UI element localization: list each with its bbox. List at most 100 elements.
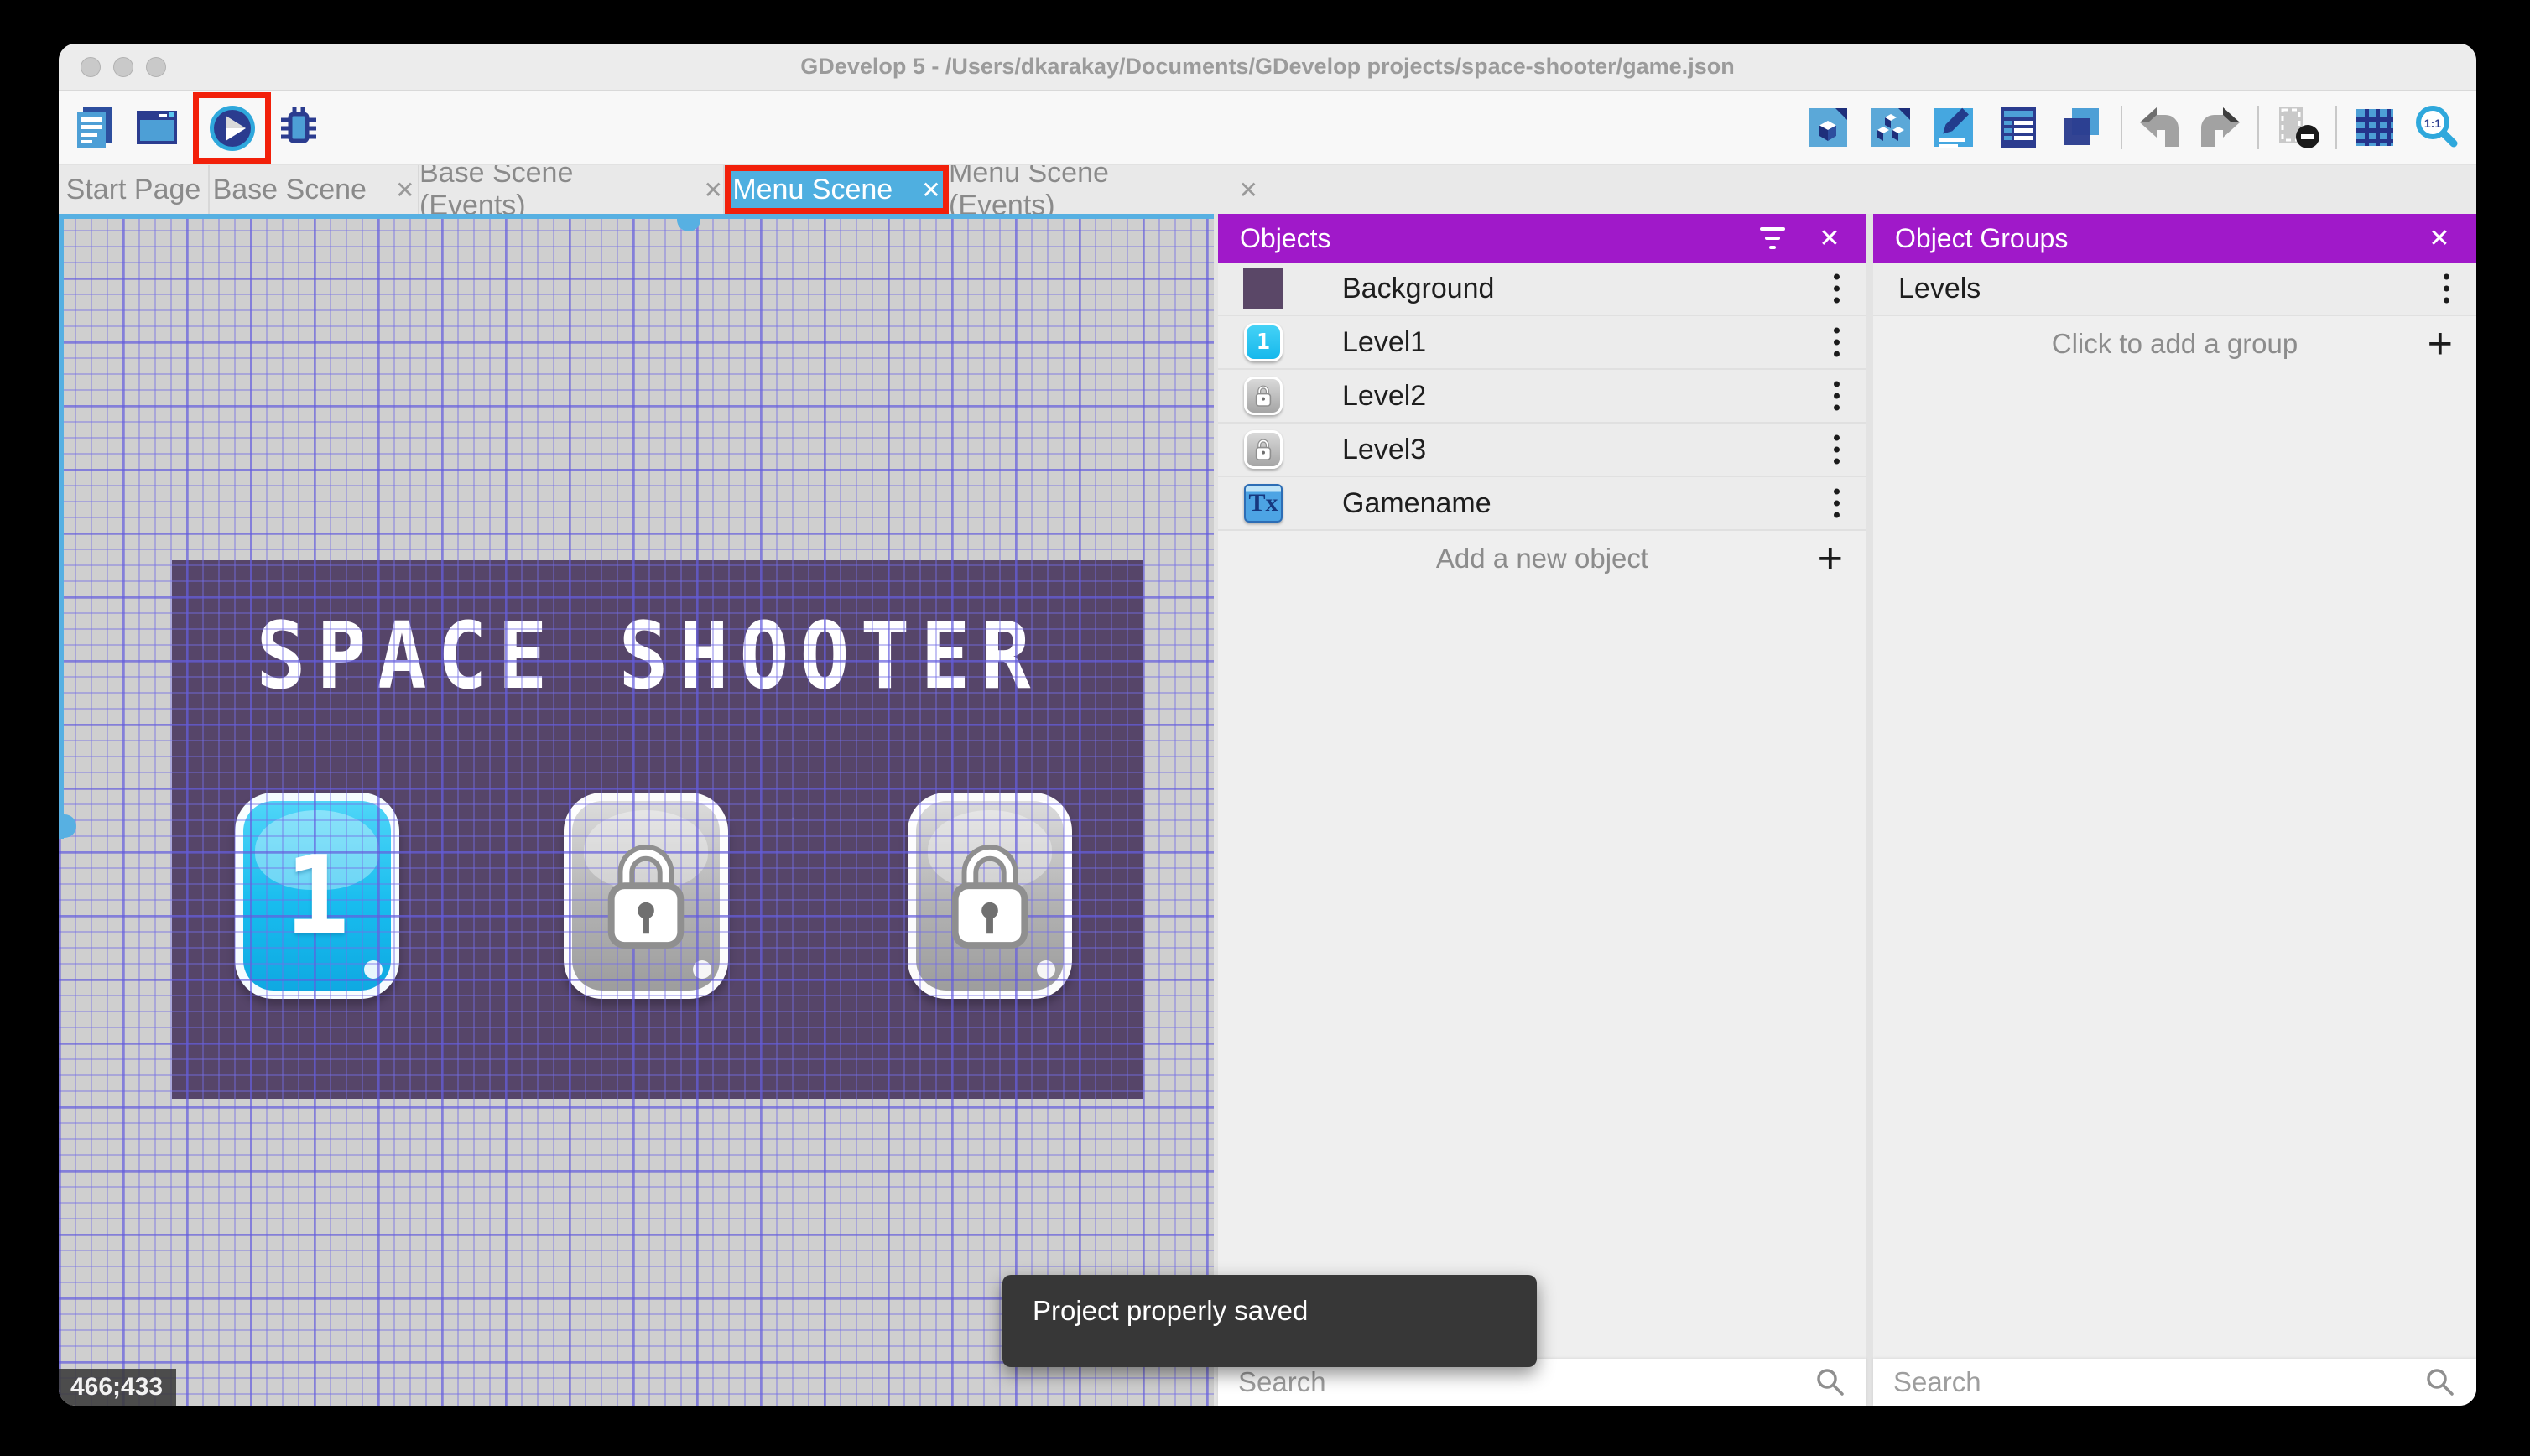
plus-icon[interactable]: + [2428, 322, 2453, 366]
close-icon[interactable]: ✕ [1811, 220, 1848, 257]
group-name: Levels [1898, 272, 1981, 304]
undo-icon[interactable] [2135, 103, 2184, 152]
close-window-button[interactable] [81, 57, 101, 77]
kebab-menu-icon[interactable] [2439, 269, 2455, 309]
tab-base-scene-events[interactable]: Base Scene (Events) ✕ [419, 157, 725, 221]
filter-icon[interactable] [1754, 220, 1791, 257]
object-thumbnail [1243, 268, 1283, 309]
toolbar-divider [2121, 106, 2122, 149]
toast-message: Project properly saved [1033, 1295, 1309, 1326]
main-area: SPACE SHOOTER 1 466;433 Objects ✕ Backgr… [59, 214, 2476, 1406]
zoom-ratio-label: 1:1 [2424, 117, 2441, 130]
object-row-level2[interactable]: Level2 [1218, 370, 1866, 424]
kebab-menu-icon[interactable] [1829, 269, 1845, 309]
object-row-gamename[interactable]: Tx Gamename [1218, 477, 1866, 531]
objects-search-input[interactable] [1238, 1366, 1814, 1398]
object-row-level1[interactable]: 1 Level1 [1218, 316, 1866, 370]
object-groups-panel-title: Object Groups [1895, 222, 2069, 253]
search-icon[interactable] [2424, 1366, 2456, 1398]
project-manager-icon[interactable] [70, 103, 119, 152]
edit-scene-properties-icon[interactable] [1929, 103, 1978, 152]
gdevelop-window: GDevelop 5 - /Users/dkarakay/Documents/G… [59, 44, 2476, 1406]
groups-search-input[interactable] [1893, 1366, 2424, 1398]
object-thumbnail [1244, 377, 1283, 415]
search-icon[interactable] [1814, 1366, 1846, 1398]
object-name: Level2 [1342, 379, 1427, 412]
tab-close-icon[interactable]: ✕ [1239, 176, 1258, 204]
instances-list-icon[interactable] [1994, 103, 2043, 152]
lock-icon [951, 845, 1028, 949]
vertical-scrollbar-thumb[interactable] [64, 814, 76, 838]
maximize-window-button[interactable] [146, 57, 166, 77]
object-row-background[interactable]: Background [1218, 263, 1866, 316]
window-title: GDevelop 5 - /Users/dkarakay/Documents/G… [800, 54, 1735, 79]
add-object-button[interactable]: Add a new object + [1218, 531, 1866, 586]
scene-title-text-instance[interactable]: SPACE SHOOTER [172, 603, 1126, 710]
toolbar-divider [2335, 106, 2337, 149]
kebab-menu-icon[interactable] [1829, 323, 1845, 362]
cursor-coordinates: 466;433 [59, 1369, 176, 1406]
level1-digit: 1 [284, 833, 350, 959]
object-name: Level3 [1342, 433, 1427, 465]
object-name: Level1 [1342, 325, 1427, 358]
lock-icon [607, 845, 685, 949]
object-row-level3[interactable]: Level3 [1218, 424, 1866, 477]
tab-label: Start Page [65, 173, 201, 205]
tab-label: Menu Scene (Events) [949, 157, 1109, 221]
scene-window-icon[interactable] [133, 103, 181, 152]
groups-search-bar [1873, 1359, 2476, 1406]
minimize-window-button[interactable] [113, 57, 133, 77]
traffic-lights [81, 57, 166, 77]
objects-panel-title: Objects [1240, 222, 1331, 253]
horizontal-scrollbar[interactable] [59, 214, 1214, 219]
add-group-label: Click to add a group [2051, 328, 2298, 359]
save-toast: Project properly saved [1002, 1275, 1537, 1367]
titlebar: GDevelop 5 - /Users/dkarakay/Documents/G… [59, 44, 2476, 91]
object-thumbnail [1244, 430, 1283, 469]
tab-close-icon[interactable]: ✕ [395, 176, 414, 204]
add-objects-group-icon[interactable] [1866, 103, 1915, 152]
kebab-menu-icon[interactable] [1829, 430, 1845, 470]
level1-button-instance[interactable]: 1 [235, 793, 399, 999]
panel-divider[interactable] [1866, 214, 1873, 1406]
tab-menu-scene-events[interactable]: Menu Scene (Events) ✕ [949, 157, 1258, 221]
horizontal-scrollbar-thumb[interactable] [677, 219, 700, 231]
tab-start-page[interactable]: Start Page [59, 165, 210, 214]
redo-icon[interactable] [2196, 103, 2245, 152]
tab-label: Base Scene [212, 173, 367, 205]
scene-background-instance[interactable]: SPACE SHOOTER 1 [172, 560, 1143, 1099]
kebab-menu-icon[interactable] [1829, 484, 1845, 523]
plus-icon[interactable]: + [1818, 537, 1843, 580]
kebab-menu-icon[interactable] [1829, 377, 1845, 416]
object-thumbnail: 1 [1244, 323, 1283, 361]
objects-panel-header: Objects ✕ [1218, 214, 1866, 263]
tab-close-icon[interactable]: ✕ [921, 176, 940, 204]
add-object-icon[interactable] [1804, 103, 1852, 152]
zoom-one-to-one-icon[interactable]: 1:1 [2412, 103, 2460, 152]
tab-label: Base Scene (Events) [419, 157, 574, 221]
tab-base-scene[interactable]: Base Scene ✕ [210, 165, 419, 214]
toolbar-divider [2257, 106, 2259, 149]
object-name: Gamename [1342, 486, 1491, 519]
debug-icon[interactable] [274, 103, 323, 152]
toggle-grid-icon[interactable] [2350, 103, 2399, 152]
object-groups-panel-header: Object Groups ✕ [1873, 214, 2476, 263]
object-name: Background [1342, 272, 1495, 304]
tab-close-icon[interactable]: ✕ [704, 176, 723, 204]
tab-label: Menu Scene [732, 173, 893, 205]
preview-highlight-box [193, 92, 271, 164]
layers-editor-icon[interactable] [2057, 103, 2106, 152]
preview-play-icon[interactable] [208, 104, 257, 153]
add-group-button[interactable]: Click to add a group + [1873, 316, 2476, 372]
toolbar: 1:1 [59, 91, 2476, 165]
add-object-label: Add a new object [1435, 543, 1649, 574]
scene-editor-canvas[interactable]: SPACE SHOOTER 1 466;433 [59, 214, 1214, 1406]
close-icon[interactable]: ✕ [2421, 220, 2458, 257]
objects-panel: Objects ✕ Background 1 Level1 Level2 Lev… [1218, 214, 1866, 1406]
level2-button-instance[interactable] [564, 793, 728, 999]
vertical-scrollbar[interactable] [59, 214, 64, 839]
group-row-levels[interactable]: Levels [1873, 263, 2476, 316]
tab-menu-scene[interactable]: Menu Scene ✕ [725, 165, 949, 214]
window-mask-icon[interactable] [2274, 103, 2323, 152]
level3-button-instance[interactable] [908, 793, 1072, 999]
